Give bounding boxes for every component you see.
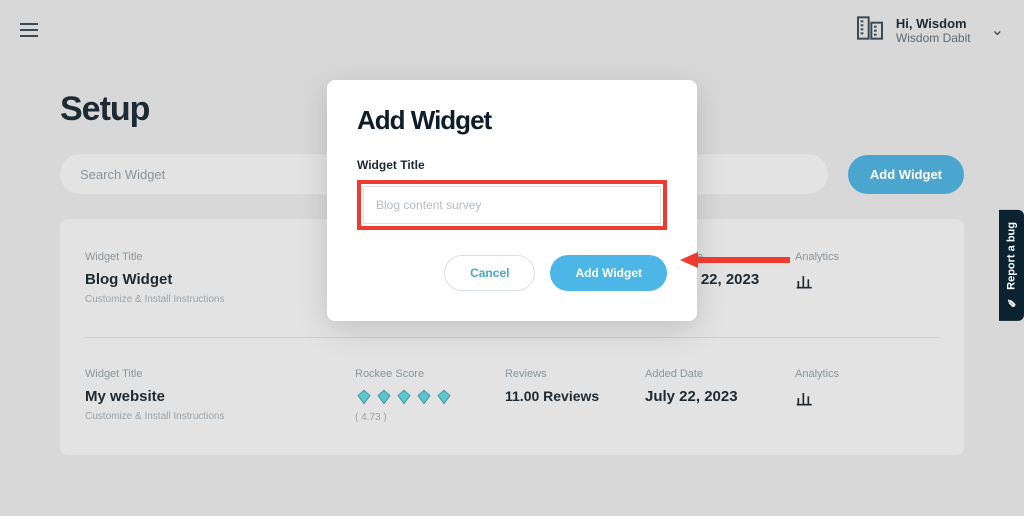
modal-field-label: Widget Title	[357, 158, 667, 172]
annotation-highlight	[357, 180, 667, 230]
cancel-button[interactable]: Cancel	[444, 255, 535, 291]
modal-title: Add Widget	[357, 105, 667, 136]
submit-button[interactable]: Add Widget	[550, 255, 667, 291]
widget-title-input[interactable]	[363, 186, 661, 224]
modal-overlay: Add Widget Widget Title Cancel Add Widge…	[0, 0, 1024, 516]
modal-actions: Cancel Add Widget	[357, 255, 667, 291]
add-widget-modal: Add Widget Widget Title Cancel Add Widge…	[327, 80, 697, 321]
